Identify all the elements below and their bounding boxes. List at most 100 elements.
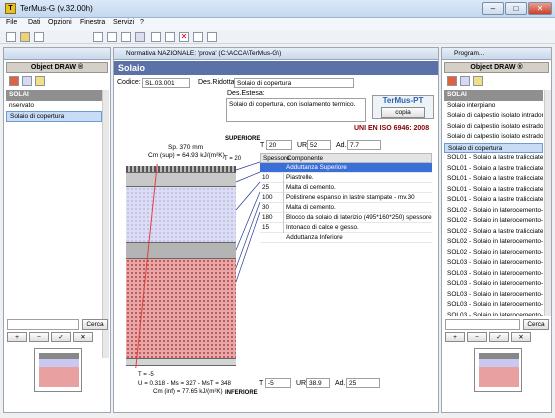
right-list-item[interactable]: Solaio di calpestio isolato estrado <box>444 132 543 143</box>
menu-opzioni[interactable]: Opzioni <box>48 19 72 26</box>
layer-row[interactable]: 180 Blocco da solaio di laterizio (495*16… <box>260 213 432 223</box>
layer-row[interactable]: Adduttanza Inferiore <box>260 233 432 243</box>
layer-row[interactable]: 100 Polistirene espanso in lastre stampat… <box>260 193 432 203</box>
left-confirm-button[interactable]: ✓ <box>51 332 71 342</box>
menu-help[interactable]: ? <box>140 19 144 26</box>
ur-inf-field[interactable] <box>306 378 330 388</box>
left-cerca-button[interactable]: Cerca <box>82 319 108 330</box>
cut-icon[interactable] <box>165 32 175 42</box>
right-list-item[interactable]: Solaio di calpestio isolato intrador <box>444 111 543 122</box>
layer-mortar2 <box>126 242 236 258</box>
left-remove-button[interactable]: − <box>29 332 49 342</box>
right-layer-icon[interactable] <box>460 76 470 86</box>
right-list-item[interactable]: SOL02 - Solaio in laterocemento-f <box>444 237 543 248</box>
open-icon[interactable] <box>20 32 30 42</box>
u-label: U = 0.318 - Ms = 327 - MsT = 348 <box>138 380 231 387</box>
ad-sup-field[interactable] <box>347 140 381 150</box>
right-view-icon[interactable] <box>447 76 457 86</box>
right-group-solai[interactable]: SOLAI <box>444 90 543 101</box>
right-list-item[interactable]: SOL01 - Solaio a lastre tralicciate <box>444 153 543 164</box>
right-add-button[interactable]: + <box>445 332 465 342</box>
desrid-field[interactable] <box>234 78 354 88</box>
right-list-item[interactable]: SOL01 - Solaio a lastre tralicciate <box>444 164 543 175</box>
maximize-icon[interactable]: □ <box>505 2 527 15</box>
layer-componente: Polistirene espanso in lastre stampate -… <box>286 194 415 201</box>
table-icon[interactable] <box>93 32 103 42</box>
layer-icon[interactable] <box>22 76 32 86</box>
codice-field[interactable] <box>142 78 190 88</box>
left-item-solaio-copertura[interactable]: Solaio di copertura <box>6 111 102 122</box>
ad-sup-label: Ad. <box>336 142 347 149</box>
right-list-item[interactable]: Solaio di calpestio isolato estrado <box>444 122 543 133</box>
ruler-icon[interactable] <box>135 32 145 42</box>
right-list-item[interactable]: SOL02 - Solaio a lastre tralicciate <box>444 227 543 238</box>
menu-finestra[interactable]: Finestra <box>80 19 105 26</box>
new-icon[interactable] <box>6 32 16 42</box>
right-search-input[interactable] <box>445 319 520 330</box>
right-list-item[interactable]: SOL03 - Solaio in laterocemento-f <box>444 290 543 301</box>
left-cancel-button[interactable]: ✕ <box>73 332 93 342</box>
layer-row[interactable]: 15 Intonaco di calce e gesso. <box>260 223 432 233</box>
right-list-item[interactable]: Solaio interpiano <box>444 101 543 112</box>
left-item-nservato[interactable]: nservato <box>6 101 102 112</box>
sp-label: Sp. 370 mm <box>168 144 204 151</box>
t-inf-field[interactable] <box>265 378 291 388</box>
ad-inf-field[interactable] <box>346 378 380 388</box>
right-confirm-button[interactable]: ✓ <box>489 332 509 342</box>
right-panel-title: Program... <box>454 50 485 57</box>
left-add-button[interactable]: + <box>7 332 27 342</box>
layer-row[interactable]: 25 Malta di cemento. <box>260 183 432 193</box>
minimize-icon[interactable]: – <box>482 2 504 15</box>
layer-row[interactable]: 30 Malta di cemento. <box>260 203 432 213</box>
chart-icon[interactable] <box>107 32 117 42</box>
layer-row[interactable]: 10 Piastrelle. <box>260 173 432 183</box>
right-list-item[interactable]: SOL02 - Solaio in laterocemento-f <box>444 206 543 217</box>
left-search-input[interactable] <box>7 319 79 330</box>
check-icon[interactable] <box>193 32 203 42</box>
window-title: TerMus-G (v.32.00h) <box>20 4 93 13</box>
right-scrollbar[interactable] <box>544 90 551 316</box>
right-list-item[interactable]: SOL03 - Solaio in laterocemento-f <box>444 258 543 269</box>
menu-dati[interactable]: Dati <box>28 19 40 26</box>
right-list-item[interactable]: SOL01 - Solaio a lastre tralicciate <box>444 195 543 206</box>
close-icon[interactable]: ✕ <box>528 2 552 15</box>
view-icon[interactable] <box>9 76 19 86</box>
right-list-item[interactable]: SOL01 - Solaio a lastre tralicciate <box>444 174 543 185</box>
menu-servizi[interactable]: Servizi <box>113 19 134 26</box>
t-inf-label: T <box>259 380 264 387</box>
delete-icon[interactable]: ✕ <box>179 32 189 42</box>
right-list-item[interactable]: SOL03 - Solaio in laterocemento-f <box>444 311 543 317</box>
right-cancel-button[interactable]: ✕ <box>511 332 531 342</box>
copia-button[interactable]: copia <box>381 107 425 118</box>
edit-icon[interactable] <box>121 32 131 42</box>
menu-bar: File Dati Opzioni Finestra Servizi ? <box>0 18 555 30</box>
paint-icon[interactable] <box>35 76 45 86</box>
left-group-solai[interactable]: SOLAI <box>6 90 102 101</box>
desest-field[interactable]: Solaio di copertura, con isolamento term… <box>226 98 366 122</box>
drop-icon[interactable] <box>207 32 217 42</box>
left-scrollbar[interactable] <box>102 90 109 358</box>
left-panel: Object DRAW ® SOLAI nservato Solaio di c… <box>3 47 111 413</box>
layer-plaster <box>126 358 236 366</box>
right-list-item[interactable]: SOL03 - Solaio in laterocemento-f <box>444 269 543 280</box>
print-icon[interactable] <box>34 32 44 42</box>
layer-componente: Adduttanza Superiore <box>286 164 347 171</box>
layer-componente: Malta di cemento. <box>286 184 336 191</box>
layer-componente: Adduttanza Inferiore <box>286 234 343 241</box>
calc-icon[interactable] <box>151 32 161 42</box>
menu-file[interactable]: File <box>6 19 17 26</box>
right-list-item[interactable]: SOL02 - Solaio in laterocemento-f <box>444 216 543 227</box>
right-list-item[interactable]: SOL03 - Solaio in laterocemento-f <box>444 279 543 290</box>
right-remove-button[interactable]: − <box>467 332 487 342</box>
right-paint-icon[interactable] <box>473 76 483 86</box>
right-list-item[interactable]: SOL02 - Solaio in laterocemento-f <box>444 248 543 259</box>
right-list-item[interactable]: SOL03 - Solaio in laterocemento-f <box>444 300 543 311</box>
layer-row[interactable]: Adduttanza Superiore <box>260 163 432 173</box>
right-cerca-button[interactable]: Cerca <box>523 319 549 330</box>
left-btnrow: + − ✓ ✕ <box>7 332 107 343</box>
right-list-item[interactable]: SOL01 - Solaio a lastre tralicciate <box>444 185 543 196</box>
right-list-item[interactable]: Solaio di copertura <box>444 142 543 153</box>
t-sup-field[interactable] <box>266 140 292 150</box>
ur-sup-field[interactable] <box>307 140 331 150</box>
right-mini-toolbar <box>445 75 545 89</box>
